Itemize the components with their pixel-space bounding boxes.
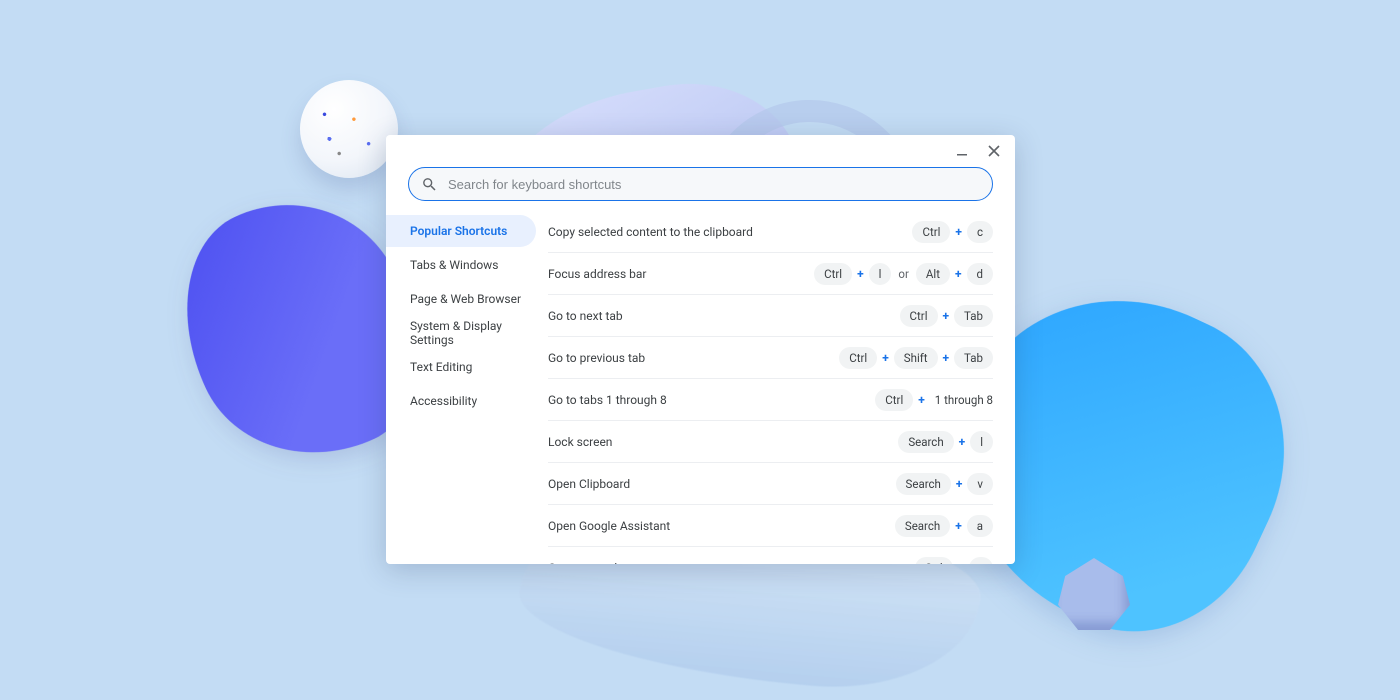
key-cap: v xyxy=(967,473,993,495)
key-cap: Ctrl xyxy=(900,305,938,327)
shortcut-row: Open new tabCtrl + t xyxy=(548,547,993,564)
shortcut-label: Lock screen xyxy=(548,435,898,449)
key-cap: Shift xyxy=(894,347,938,369)
plus-separator: + xyxy=(955,519,962,533)
key-cap: Search xyxy=(898,431,953,453)
key-range-suffix: 1 through 8 xyxy=(935,393,993,407)
shortcut-row: Open Google AssistantSearch + a xyxy=(548,505,993,547)
key-cap: Ctrl xyxy=(912,221,950,243)
plus-separator: + xyxy=(959,435,966,449)
sidebar-item-popular-shortcuts[interactable]: Popular Shortcuts xyxy=(386,215,536,247)
shortcut-keys: Ctrl + t xyxy=(915,557,993,564)
sidebar-item-page-web-browser[interactable]: Page & Web Browser xyxy=(386,283,536,315)
plus-separator: + xyxy=(918,393,925,407)
shortcut-keys: Search + v xyxy=(896,473,993,495)
plus-separator: + xyxy=(958,561,965,564)
shortcut-row: Go to tabs 1 through 8Ctrl +1 through 8 xyxy=(548,379,993,421)
or-separator: or xyxy=(896,267,910,281)
sidebar-item-label: Text Editing xyxy=(410,360,472,374)
plus-separator: + xyxy=(955,267,962,281)
shortcut-row: Go to next tabCtrl + Tab xyxy=(548,295,993,337)
shortcut-keys: Ctrl + Shift + Tab xyxy=(839,347,993,369)
shortcut-row: Go to previous tabCtrl + Shift + Tab xyxy=(548,337,993,379)
key-cap: Search xyxy=(895,515,950,537)
close-icon xyxy=(988,145,1000,157)
shortcut-label: Open Clipboard xyxy=(548,477,896,491)
sidebar-item-text-editing[interactable]: Text Editing xyxy=(386,351,536,383)
key-cap: a xyxy=(967,515,993,537)
decor-speckled-sphere xyxy=(300,80,398,178)
shortcut-row: Focus address barCtrl + lor Alt + d xyxy=(548,253,993,295)
close-button[interactable] xyxy=(985,142,1003,160)
key-cap: Search xyxy=(896,473,951,495)
shortcut-keys: Ctrl + lor Alt + d xyxy=(814,263,993,285)
minimize-button[interactable] xyxy=(953,142,971,160)
sidebar-item-tabs-windows[interactable]: Tabs & Windows xyxy=(386,249,536,281)
key-cap: Tab xyxy=(954,347,993,369)
key-cap: Ctrl xyxy=(814,263,852,285)
key-cap: t xyxy=(969,557,993,564)
shortcut-label: Copy selected content to the clipboard xyxy=(548,225,912,239)
shortcut-keys: Search + a xyxy=(895,515,993,537)
sidebar-item-label: Accessibility xyxy=(410,394,477,408)
shortcut-row: Open ClipboardSearch + v xyxy=(548,463,993,505)
search-field[interactable] xyxy=(408,167,993,201)
sidebar-item-label: Page & Web Browser xyxy=(410,292,521,306)
shortcut-keys: Ctrl +1 through 8 xyxy=(875,389,993,411)
sidebar-item-label: Tabs & Windows xyxy=(410,258,498,272)
shortcut-label: Go to previous tab xyxy=(548,351,839,365)
plus-separator: + xyxy=(943,351,950,365)
window-titlebar xyxy=(386,135,1015,161)
keyboard-shortcuts-window: Popular Shortcuts Tabs & Windows Page & We… xyxy=(386,135,1015,564)
plus-separator: + xyxy=(857,267,864,281)
sidebar-item-accessibility[interactable]: Accessibility xyxy=(386,385,536,417)
shortcut-keys: Search + l xyxy=(898,431,993,453)
plus-separator: + xyxy=(943,309,950,323)
plus-separator: + xyxy=(956,477,963,491)
sidebar-item-label: Popular Shortcuts xyxy=(410,224,507,238)
key-cap: Alt xyxy=(916,263,950,285)
category-sidebar: Popular Shortcuts Tabs & Windows Page & We… xyxy=(386,211,548,564)
sidebar-item-system-display-settings[interactable]: System & Display Settings xyxy=(386,317,536,349)
shortcut-label: Focus address bar xyxy=(548,267,814,281)
shortcut-keys: Ctrl + c xyxy=(912,221,993,243)
plus-separator: + xyxy=(882,351,889,365)
minimize-icon xyxy=(956,145,968,157)
key-cap: d xyxy=(967,263,994,285)
shortcut-keys: Ctrl + Tab xyxy=(900,305,993,327)
shortcut-label: Go to next tab xyxy=(548,309,900,323)
key-cap: Ctrl xyxy=(839,347,877,369)
shortcut-label: Open new tab xyxy=(548,561,915,564)
key-cap: l xyxy=(869,263,892,285)
key-cap: c xyxy=(967,221,993,243)
search-icon xyxy=(421,176,438,193)
key-cap: l xyxy=(970,431,993,453)
plus-separator: + xyxy=(955,225,962,239)
shortcut-label: Open Google Assistant xyxy=(548,519,895,533)
search-input[interactable] xyxy=(448,177,980,192)
key-cap: Ctrl xyxy=(915,557,953,564)
key-cap: Tab xyxy=(954,305,993,327)
shortcut-list: Copy selected content to the clipboardCt… xyxy=(548,211,1015,564)
shortcut-label: Go to tabs 1 through 8 xyxy=(548,393,875,407)
key-cap: Ctrl xyxy=(875,389,913,411)
shortcut-row: Copy selected content to the clipboardCt… xyxy=(548,211,993,253)
shortcut-row: Lock screenSearch + l xyxy=(548,421,993,463)
sidebar-item-label: System & Display Settings xyxy=(410,319,536,347)
